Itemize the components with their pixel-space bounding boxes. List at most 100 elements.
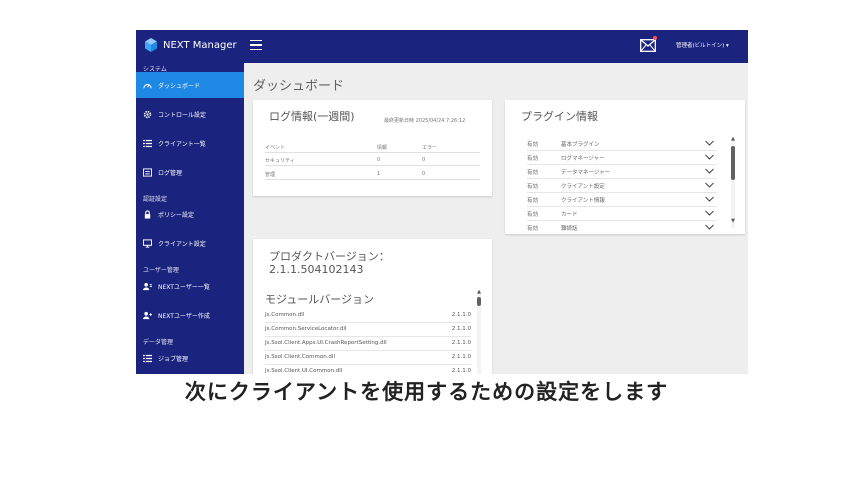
plugin-status: 有効	[527, 184, 539, 190]
caption-text: 次にクライアントを使用するための設定をします	[184, 380, 669, 404]
sidebar-item-client-list[interactable]: クライアント一覧	[136, 130, 244, 156]
product-version-value: 2.1.1.504102143	[269, 263, 364, 276]
sidebar-item-log-management[interactable]: ログ管理	[136, 159, 244, 185]
plugin-row[interactable]: 有効 クライアント情報	[527, 193, 717, 207]
gear-icon	[143, 110, 152, 119]
chevron-down-icon[interactable]	[705, 181, 714, 189]
plugin-row[interactable]: 有効 難読話	[527, 221, 717, 234]
plugin-row[interactable]: 有効 クライアント設定	[527, 179, 717, 193]
user-add-icon	[143, 311, 152, 320]
brand[interactable]: NEXT Manager	[144, 34, 237, 56]
sidebar-item-next-user-create[interactable]: NEXTユーザー作成	[136, 302, 244, 328]
divider	[265, 179, 480, 180]
page-title: ダッシュボード	[253, 79, 345, 94]
plugin-row[interactable]: 有効 データマネージャー	[527, 165, 717, 179]
module-version: 2.1.1.0	[451, 312, 471, 318]
brand-name: NEXT Manager	[163, 39, 237, 51]
sidebar-item-label: クライアント設定	[158, 240, 206, 248]
scroll-down-icon[interactable]: ▼	[730, 219, 736, 224]
module-row: Js.Common.dll 2.1.1.0	[265, 309, 471, 323]
chevron-down-icon[interactable]	[705, 195, 714, 203]
module-version: 2.1.1.0	[451, 340, 471, 346]
module-version: 2.1.1.0	[451, 368, 471, 374]
scroll-thumb[interactable]	[477, 297, 481, 306]
top-header: 管理者(ビルトイン) ▾	[244, 30, 748, 63]
module-scrollbar[interactable]: ▲	[476, 290, 482, 374]
sidebar-item-policy-settings[interactable]: ポリシー設定	[136, 201, 244, 227]
module-version: 2.1.1.0	[451, 326, 471, 332]
plugin-name: クライアント情報	[561, 198, 605, 204]
log-card-title: ログ情報(一週間)	[269, 110, 355, 123]
sidebar-item-label: NEXTユーザー作成	[158, 312, 210, 320]
module-name: Js.Ssol.Client.UI.Common.dll	[265, 368, 343, 374]
plugin-info-card: プラグイン情報 有効 基本プラグイン 有効 ログマネージャー 有効 データマネー…	[505, 100, 745, 234]
notification-dot	[653, 36, 657, 40]
log-header-error: エラー	[422, 145, 438, 151]
module-name: Js.Common.dll	[265, 312, 305, 318]
log-header-info: 情報	[377, 145, 388, 151]
module-version: 2.1.1.0	[451, 354, 471, 360]
log-updated-time: 最終更新日時 2025/04/24 7:26:12	[384, 118, 466, 124]
sidebar-item-label: コントロール設定	[158, 111, 207, 119]
chevron-down-icon[interactable]	[705, 167, 714, 175]
sidebar-item-client-settings[interactable]: クライアント設定	[136, 230, 244, 256]
plugin-status: 有効	[527, 156, 539, 162]
plugin-row[interactable]: 有効 カード	[527, 207, 717, 221]
version-card: プロダクトバージョン： 2.1.1.504102143 モジュールバージョン J…	[253, 239, 492, 374]
sidebar-item-job-management[interactable]: ジョブ管理	[136, 345, 244, 371]
list-icon	[143, 139, 152, 148]
list-icon	[143, 354, 152, 363]
plugin-row[interactable]: 有効 基本プラグイン	[527, 137, 717, 151]
user-list-icon	[143, 282, 152, 291]
chevron-down-icon[interactable]	[705, 209, 714, 217]
module-name: Js.Ssol.Client.Apps.UI.CrashReportSettin…	[265, 340, 387, 346]
cube-logo-icon	[144, 38, 158, 52]
plugin-status: 有効	[527, 226, 539, 232]
plugin-status: 有効	[527, 142, 539, 148]
log-cell: 0	[422, 171, 426, 177]
lock-icon	[143, 209, 152, 219]
sidebar-item-label: NEXTユーザー一覧	[158, 283, 210, 291]
plugin-name: データマネージャー	[561, 170, 611, 176]
sidebar-item-next-user-list[interactable]: NEXTユーザー一覧	[136, 273, 244, 299]
plugin-row[interactable]: 有効 ログマネージャー	[527, 151, 717, 165]
scroll-up-icon[interactable]: ▲	[730, 137, 736, 142]
hamburger-menu-icon[interactable]	[250, 40, 262, 52]
plugin-status: 有効	[527, 198, 539, 204]
plugin-name: カード	[561, 212, 578, 218]
chevron-down-icon[interactable]	[705, 153, 714, 161]
plugin-scrollbar[interactable]: ▲ ▼	[730, 137, 736, 228]
log-info-card: ログ情報(一週間) 最終更新日時 2025/04/24 7:26:12 イベント…	[253, 100, 492, 196]
chevron-down-icon[interactable]	[705, 139, 714, 147]
module-row: Js.Common.ServiceLocator.dll 2.1.1.0	[265, 323, 471, 337]
app-window: NEXT Manager システム ダッシュボード コントロール設定 クライアン…	[136, 30, 748, 374]
scroll-thumb[interactable]	[731, 146, 735, 180]
chevron-down-icon[interactable]	[705, 223, 714, 231]
module-version-title: モジュールバージョン	[265, 293, 375, 306]
sidebar-item-label: ダッシュボード	[158, 82, 201, 90]
plugin-name: ログマネージャー	[561, 156, 605, 162]
divider	[265, 165, 480, 166]
sidebar-item-control-settings[interactable]: コントロール設定	[136, 101, 244, 127]
plugin-name: クライアント設定	[561, 184, 605, 190]
speedometer-icon	[143, 81, 152, 90]
module-row: Js.Ssol.Client.Apps.UI.CrashReportSettin…	[265, 337, 471, 351]
sidebar-item-label: ジョブ管理	[158, 355, 189, 363]
module-name: Js.Ssol.Client.Common.dll	[265, 354, 335, 360]
module-row: Js.Ssol.Client.UI.Common.dll 2.1.1.0	[265, 365, 471, 374]
plugin-status: 有効	[527, 212, 539, 218]
plugin-status: 有効	[527, 170, 539, 176]
divider	[265, 152, 480, 153]
log-cell: 管理	[265, 172, 276, 178]
log-list-icon	[143, 167, 152, 177]
monitor-icon	[143, 238, 152, 248]
mail-icon[interactable]	[640, 39, 656, 52]
log-cell: 0	[422, 157, 426, 163]
module-row: Js.Ssol.Client.Common.dll 2.1.1.0	[265, 351, 471, 365]
sidebar-item-dashboard[interactable]: ダッシュボード	[136, 72, 244, 98]
user-menu[interactable]: 管理者(ビルトイン) ▾	[676, 41, 729, 49]
module-name: Js.Common.ServiceLocator.dll	[265, 326, 347, 332]
scroll-up-icon[interactable]: ▲	[476, 290, 482, 295]
sidebar-item-label: クライアント一覧	[158, 140, 206, 148]
sidebar-item-label: ポリシー設定	[158, 211, 195, 219]
